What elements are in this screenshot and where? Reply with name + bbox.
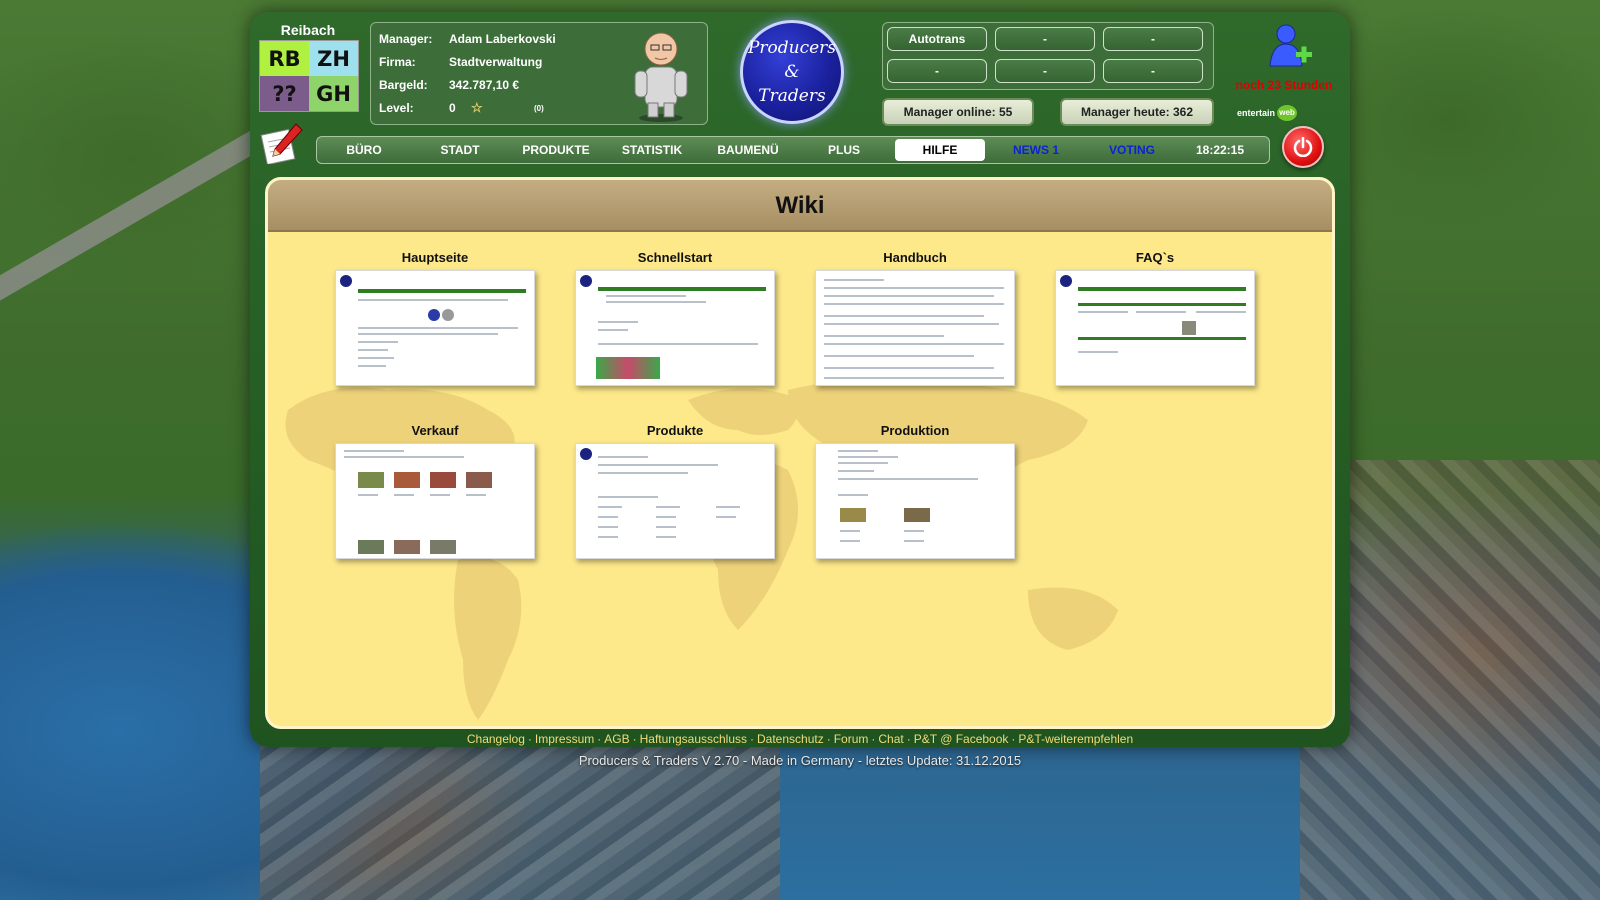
wiki-card-thumbnail[interactable]	[335, 443, 535, 559]
footer-link-haftungsausschluss[interactable]: Haftungsausschluss	[640, 732, 747, 746]
wiki-card-handbuch[interactable]: Handbuch	[815, 250, 1015, 388]
footer-separator: ·	[871, 732, 876, 746]
brand-line: Traders	[758, 86, 826, 106]
version-info: Producers & Traders V 2.70 - Made in Ger…	[578, 753, 1022, 768]
footer-separator: ·	[597, 732, 602, 746]
town-logo-cell: ??	[260, 76, 309, 111]
quick-slot-button[interactable]: -	[1103, 27, 1203, 51]
footer-link-changelog[interactable]: Changelog	[467, 732, 525, 746]
add-user-icon[interactable]	[1264, 22, 1314, 74]
online-count: 55	[999, 105, 1013, 119]
cash-label: Bargeld:	[379, 78, 428, 92]
footer-link-impressum[interactable]: Impressum	[535, 732, 594, 746]
level-label: Level:	[379, 101, 414, 115]
wiki-card-produktion[interactable]: Produktion	[815, 423, 1015, 561]
brand-line: &	[784, 62, 800, 82]
quick-slot-button[interactable]: Autotrans	[887, 27, 987, 51]
wiki-card-title: Produkte	[646, 423, 704, 438]
footer-link-recommend[interactable]: P&T-weiterempfehlen	[1018, 732, 1133, 746]
company-label: Firma:	[379, 55, 416, 69]
wiki-card-thumbnail[interactable]	[575, 270, 775, 386]
level-sub-value: (0)	[534, 104, 544, 113]
footer-separator: ·	[632, 732, 637, 746]
wiki-card-title: Handbuch	[883, 250, 947, 265]
star-icon: ☆	[471, 100, 483, 115]
online-label: Manager online:	[903, 105, 996, 119]
nav-item-plus[interactable]: PLUS	[799, 139, 889, 161]
manager-info-box: Manager: Adam Laberkovski Firma: Stadtve…	[370, 22, 708, 125]
nav-item-statistik[interactable]: STATISTIK	[607, 139, 697, 161]
manager-avatar[interactable]	[625, 27, 697, 123]
nav-item-hilfe[interactable]: HILFE	[895, 139, 985, 161]
wiki-card-thumbnail[interactable]	[815, 270, 1015, 386]
wiki-card-produkte[interactable]: Produkte	[575, 423, 775, 561]
footer-links: Changelog · Impressum · AGB · Haftungsausschlu…	[250, 732, 1350, 746]
footer-separator: ·	[906, 732, 911, 746]
logout-button[interactable]	[1282, 126, 1324, 168]
notepad-pencil-icon[interactable]	[260, 122, 306, 166]
brand-line: Producers	[747, 38, 837, 58]
wiki-card-title: FAQ`s	[1135, 250, 1175, 265]
manager-name[interactable]: Adam Laberkovski	[449, 29, 556, 49]
game-frame: Reibach RB ZH ?? GH Manager: Adam Laberk…	[250, 12, 1350, 747]
town-logo[interactable]: RB ZH ?? GH	[259, 40, 359, 112]
nav-item-produkte[interactable]: PRODUKTE	[511, 139, 601, 161]
level-value: 0	[449, 101, 456, 115]
entertain-web-badge: web	[1277, 105, 1298, 121]
footer-separator: ·	[1011, 732, 1016, 746]
wiki-card-title: Produktion	[880, 423, 950, 438]
footer-separator: ·	[826, 732, 831, 746]
wiki-card-title: Schnellstart	[637, 250, 713, 265]
wiki-card-verkauf[interactable]: Verkauf	[335, 423, 535, 561]
nav-item-news[interactable]: NEWS 1	[991, 139, 1081, 161]
nav-item-buero[interactable]: BÜRO	[319, 139, 409, 161]
footer-link-chat[interactable]: Chat	[878, 732, 903, 746]
power-icon	[1293, 137, 1313, 157]
footer-separator: ·	[527, 732, 532, 746]
company-name[interactable]: Stadtverwaltung	[449, 52, 542, 72]
panel-title: Wiki	[268, 180, 1332, 232]
wiki-card-title: Verkauf	[411, 423, 459, 438]
producers-traders-logo[interactable]: Producers & Traders	[740, 20, 844, 124]
managers-online-badge[interactable]: Manager online: 55	[882, 98, 1034, 126]
today-label: Manager heute:	[1080, 105, 1170, 119]
footer-separator: ·	[750, 732, 754, 746]
managers-today-badge[interactable]: Manager heute: 362	[1060, 98, 1214, 126]
nav-item-stadt[interactable]: STADT	[415, 139, 505, 161]
manager-label: Manager:	[379, 32, 433, 46]
wiki-card-schnellstart[interactable]: Schnellstart	[575, 250, 775, 388]
quick-slot-button[interactable]: -	[995, 27, 1095, 51]
nav-item-voting[interactable]: VOTING	[1087, 139, 1177, 161]
town-name: Reibach	[280, 22, 336, 38]
quick-access-box: Autotrans - - - - -	[882, 22, 1214, 90]
town-logo-cell: ZH	[309, 41, 358, 76]
cash-value: 342.787,10 €	[449, 78, 520, 92]
wiki-card-thumbnail[interactable]	[335, 270, 535, 386]
wiki-card-thumbnail[interactable]	[1055, 270, 1255, 386]
quick-slot-button[interactable]: -	[995, 59, 1095, 83]
nav-item-baumenue[interactable]: BAUMENÜ	[703, 139, 793, 161]
today-count: 362	[1173, 105, 1194, 119]
footer-link-agb[interactable]: AGB	[604, 732, 629, 746]
quick-slot-button[interactable]: -	[887, 59, 987, 83]
wiki-panel: Wiki Hauptseite Schnellstart Handbuch FA…	[265, 177, 1335, 729]
entertainweb-logo[interactable]: entertain web	[1237, 104, 1307, 122]
town-logo-cell: GH	[309, 76, 358, 111]
main-nav: BÜRO STADT PRODUKTE STATISTIK BAUMENÜ PL…	[316, 136, 1270, 164]
quick-slot-button[interactable]: -	[1103, 59, 1203, 83]
entertain-text: entertain	[1237, 108, 1276, 118]
wiki-card-hauptseite[interactable]: Hauptseite	[335, 250, 535, 388]
footer-link-datenschutz[interactable]: Datenschutz	[757, 732, 824, 746]
footer-link-forum[interactable]: Forum	[834, 732, 869, 746]
town-logo-cell: RB	[260, 41, 309, 76]
wiki-card-thumbnail[interactable]	[815, 443, 1015, 559]
footer-link-facebook[interactable]: P&T @ Facebook	[914, 732, 1009, 746]
game-clock: 18:22:15	[1195, 143, 1245, 157]
next-time-countdown: noch 23 Stunden	[1235, 78, 1333, 92]
wiki-card-faqs[interactable]: FAQ`s	[1055, 250, 1255, 388]
wiki-card-thumbnail[interactable]	[575, 443, 775, 559]
wiki-card-title: Hauptseite	[401, 250, 469, 265]
